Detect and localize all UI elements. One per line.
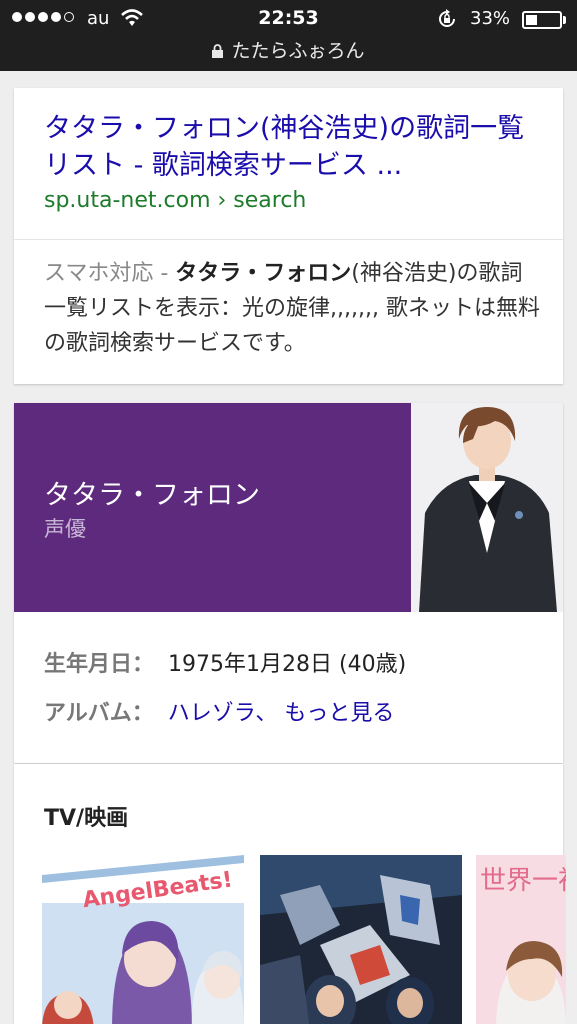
person-name: タタラ・フォロン xyxy=(44,480,260,511)
lock-icon xyxy=(212,41,224,58)
divider xyxy=(14,239,563,240)
knowledge-panel-card: タタラ・フォロン 声優 生年月日： 1975年1月28日 (40歳) アルバム： ハ… xyxy=(14,403,563,763)
album-label: アルバム： xyxy=(44,701,154,726)
snippet-prefix: スマホ対応 - xyxy=(44,261,176,286)
url-text: たたらふぉろん xyxy=(231,40,365,62)
rotation-lock-icon xyxy=(439,9,455,27)
section-title: TV/映画 xyxy=(44,806,129,831)
address-bar[interactable]: たたらふぉろん xyxy=(0,36,577,63)
tv-movies-card: TV/映画 AngelBeats! 世界一 xyxy=(14,764,566,1024)
search-result-card: タタラ・フォロン(神谷浩史)の歌詞一覧リスト - 歌詞検索サービス ... sp… xyxy=(14,88,563,384)
thumbnail-logo-text: 世界一初 xyxy=(480,866,566,896)
person-photo[interactable] xyxy=(411,403,563,612)
result-snippet: スマホ対応 - タタラ・フォロン(神谷浩史)の歌詞一覧リストを表示：光の旋律,,… xyxy=(44,256,544,361)
tv-thumbnail[interactable] xyxy=(260,855,462,1024)
album-link[interactable]: ハレゾラ、 xyxy=(168,701,278,726)
person-role: 声優 xyxy=(44,517,86,541)
battery-icon xyxy=(522,11,562,29)
snippet-bold: タタラ・フォロン xyxy=(175,261,352,286)
tv-thumbnail[interactable]: 世界一初 xyxy=(476,855,566,1024)
fact-album: アルバム： ハレゾラ、 もっと見る xyxy=(44,695,394,727)
tv-thumbnail[interactable]: AngelBeats! xyxy=(42,855,244,1024)
more-link[interactable]: もっと見る xyxy=(284,701,394,726)
fact-birthdate: 生年月日： 1975年1月28日 (40歳) xyxy=(44,646,406,678)
birthdate-value: 1975年1月28日 (40歳) xyxy=(168,652,407,677)
result-title-link[interactable]: タタラ・フォロン(神谷浩史)の歌詞一覧リスト - 歌詞検索サービス ... xyxy=(44,110,544,184)
status-bar: au 22:53 33% たたらふぉろん xyxy=(0,0,577,71)
battery-percentage: 33% xyxy=(470,8,511,29)
result-url[interactable]: sp.uta-net.com › search xyxy=(44,188,306,213)
birthdate-label: 生年月日： xyxy=(44,652,155,677)
knowledge-panel-banner: タタラ・フォロン 声優 xyxy=(14,403,411,612)
